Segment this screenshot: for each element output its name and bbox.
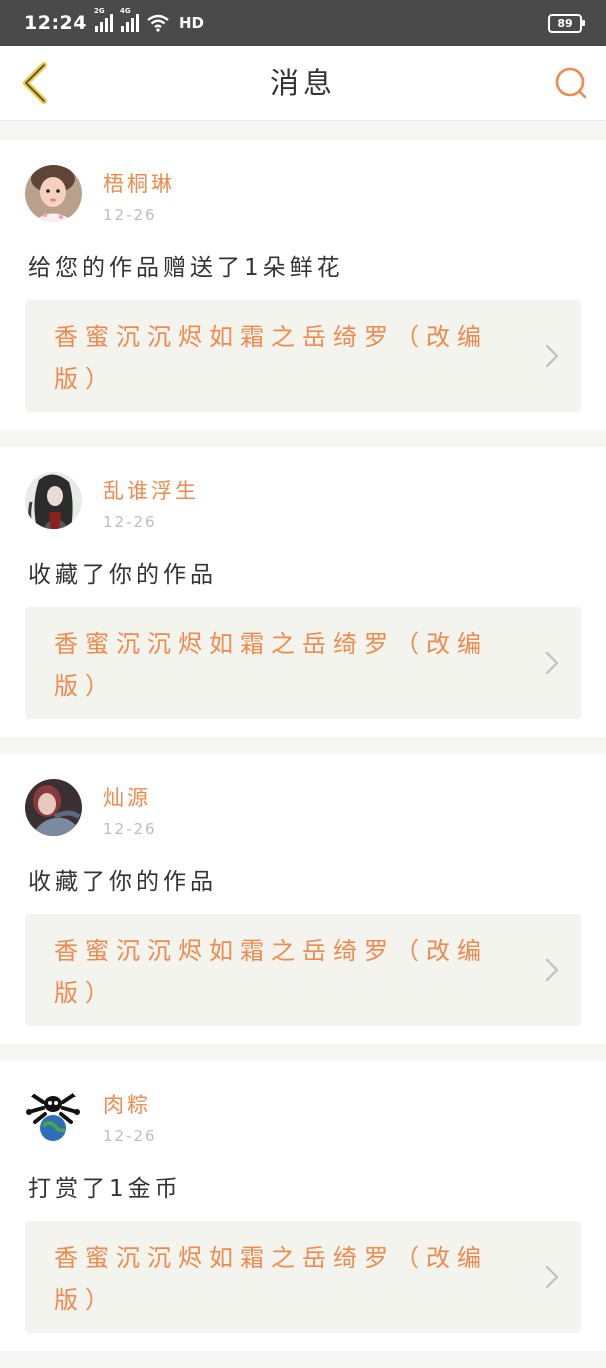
- network-hd-label: HD: [178, 14, 204, 32]
- battery-icon: 89: [548, 13, 585, 33]
- search-button[interactable]: [548, 60, 594, 106]
- work-link[interactable]: 香蜜沉沉烬如霜之岳绮罗（改编版）: [25, 1221, 581, 1333]
- chevron-right-icon: [545, 344, 559, 368]
- message-card: 肉粽 12-26 打赏了1金币 香蜜沉沉烬如霜之岳绮罗（改编版）: [0, 1061, 606, 1351]
- chevron-right-icon: [545, 1265, 559, 1289]
- wifi-icon: [147, 14, 169, 32]
- message-date: 12-26: [103, 820, 157, 838]
- message-list: 梧桐琳 12-26 给您的作品赠送了1朵鲜花 香蜜沉沉烬如霜之岳绮罗（改编版） …: [0, 140, 606, 1368]
- chevron-right-icon: [545, 651, 559, 675]
- sender-name[interactable]: 梧桐琳: [103, 168, 175, 198]
- message-card: 梧桐琳 12-26 给您的作品赠送了1朵鲜花 香蜜沉沉烬如霜之岳绮罗（改编版）: [0, 140, 606, 430]
- globe-skull-avatar-icon: [25, 1086, 82, 1143]
- message-date: 12-26: [103, 1127, 157, 1145]
- signal-4g-icon: 4G: [120, 7, 139, 32]
- work-link[interactable]: 香蜜沉沉烬如霜之岳绮罗（改编版）: [25, 607, 581, 719]
- warrior-avatar-icon: [25, 472, 82, 529]
- signal-4g-label: 4G: [119, 7, 131, 15]
- avatar[interactable]: [25, 472, 82, 529]
- message-card: 乱谁浮生 12-26 收藏了你的作品 香蜜沉沉烬如霜之岳绮罗（改编版）: [0, 447, 606, 737]
- message-action: 打赏了1金币: [28, 1176, 182, 1202]
- work-title: 香蜜沉沉烬如霜之岳绮罗（改编版）: [54, 937, 488, 1007]
- work-link[interactable]: 香蜜沉沉烬如霜之岳绮罗（改编版）: [25, 300, 581, 412]
- message-card: 灿源 12-26 收藏了你的作品 香蜜沉沉烬如霜之岳绮罗（改编版）: [0, 754, 606, 1044]
- avatar[interactable]: [25, 779, 82, 836]
- status-bar: 12:24 2G 4G HD 89: [0, 0, 606, 46]
- sender-name[interactable]: 灿源: [103, 782, 151, 812]
- work-title: 香蜜沉沉烬如霜之岳绮罗（改编版）: [54, 323, 488, 393]
- battery-level: 89: [557, 16, 573, 30]
- message-date: 12-26: [103, 513, 157, 531]
- page-title: 消息: [269, 66, 336, 100]
- signal-2g-label: 2G: [93, 7, 105, 15]
- signal-2g-icon: 2G: [94, 7, 113, 32]
- sender-name[interactable]: 乱谁浮生: [103, 475, 199, 505]
- work-title: 香蜜沉沉烬如霜之岳绮罗（改编版）: [54, 1244, 488, 1314]
- avatar[interactable]: [25, 165, 82, 222]
- work-title: 香蜜沉沉烬如霜之岳绮罗（改编版）: [54, 630, 488, 700]
- message-action: 收藏了你的作品: [28, 869, 217, 895]
- search-icon: [555, 67, 587, 99]
- app-header: 消息: [0, 46, 606, 121]
- chevron-right-icon: [545, 958, 559, 982]
- message-date: 12-26: [103, 206, 157, 224]
- message-action: 给您的作品赠送了1朵鲜花: [28, 255, 344, 281]
- message-action: 收藏了你的作品: [28, 562, 217, 588]
- child-avatar-icon: [25, 165, 82, 222]
- avatar[interactable]: [25, 1086, 82, 1143]
- status-time: 12:24: [24, 12, 87, 34]
- girl-avatar-icon: [25, 779, 82, 836]
- work-link[interactable]: 香蜜沉沉烬如霜之岳绮罗（改编版）: [25, 914, 581, 1026]
- sender-name[interactable]: 肉粽: [103, 1089, 151, 1119]
